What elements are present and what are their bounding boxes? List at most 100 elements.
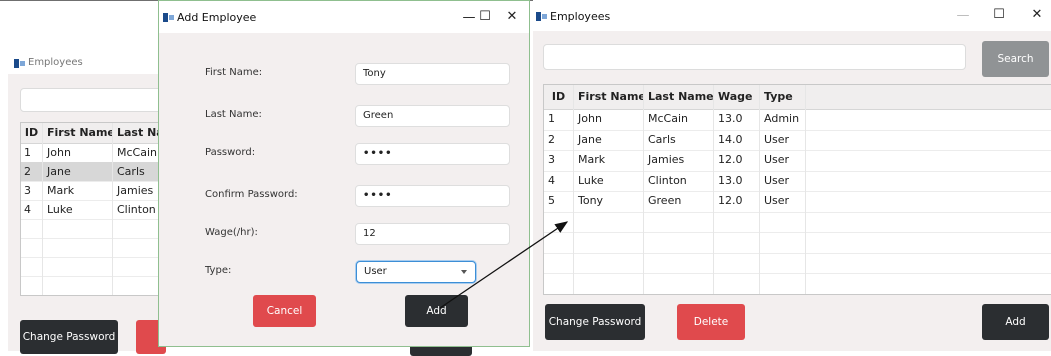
right-table-cell: User	[760, 150, 806, 171]
minimize-icon[interactable]: —	[955, 9, 971, 23]
right-table-cell	[760, 252, 806, 273]
left-employee-table: ID First Name Last Nam 1 John McCain 2 Jane C…	[20, 122, 172, 296]
right-window-titlebar: Employees — ☐ ✕	[533, 0, 1051, 31]
change-password-button[interactable]: Change Password	[545, 304, 645, 340]
right-table-cell	[760, 232, 806, 253]
right-table-cell	[806, 150, 1051, 171]
right-table-cell: 3	[544, 150, 574, 171]
right-col-header[interactable]: Last Name	[644, 85, 714, 109]
type-label: Type:	[205, 265, 232, 276]
left-table-header: ID First Name Last Nam	[21, 123, 171, 144]
maximize-icon[interactable]: ☐	[991, 8, 1007, 22]
form-input[interactable]: ••••	[355, 143, 510, 165]
left-table-row[interactable]: 4 Luke Clinton	[21, 200, 171, 220]
right-table-cell	[714, 252, 760, 273]
left-table-empty-row[interactable]	[21, 257, 171, 277]
right-table-cell: Carls	[644, 129, 714, 150]
right-table-empty-row[interactable]	[544, 232, 1051, 254]
right-table-row[interactable]: 5 Tony Green 12.0 User	[544, 191, 1051, 213]
right-table-empty-row[interactable]	[544, 252, 1051, 274]
right-table-cell	[644, 232, 714, 253]
left-table-empty-row[interactable]	[21, 238, 171, 258]
search-button[interactable]: Search	[982, 41, 1049, 77]
right-col-header[interactable]: Type	[760, 85, 806, 109]
close-icon[interactable]: ✕	[504, 10, 520, 24]
right-table-cell: McCain	[644, 109, 714, 130]
right-table-cell	[544, 232, 574, 253]
left-col-header[interactable]: ID	[21, 123, 43, 143]
right-table-cell	[806, 232, 1051, 253]
delete-button[interactable]: Delete	[677, 304, 745, 340]
right-table-row[interactable]: 2 Jane Carls 14.0 User	[544, 129, 1051, 151]
left-table-cell: John	[43, 143, 113, 162]
form-input[interactable]: Tony	[355, 63, 510, 85]
left-window-titlebar: Employees	[8, 52, 158, 74]
left-window-title: Employees	[28, 57, 83, 68]
right-table-cell: Jane	[574, 129, 644, 150]
close-icon[interactable]: ✕	[1029, 8, 1045, 22]
right-col-header[interactable]: First Name	[574, 85, 644, 109]
right-table-cell	[714, 273, 760, 294]
left-table-empty-row[interactable]	[21, 219, 171, 239]
left-table-cell	[21, 257, 43, 276]
right-table-cell: Clinton	[644, 170, 714, 191]
right-table-cell: 14.0	[714, 129, 760, 150]
right-table-cell: 13.0	[714, 109, 760, 130]
left-table-cell: 1	[21, 143, 43, 162]
right-table-cell: 12.0	[714, 191, 760, 212]
right-col-header[interactable]: Wage	[714, 85, 760, 109]
dialog-add-button[interactable]: Add	[405, 295, 468, 327]
add-button[interactable]: Add	[982, 304, 1049, 340]
left-table-row[interactable]: 3 Mark Jamies	[21, 181, 171, 201]
right-table-cell	[806, 191, 1051, 212]
right-table-row[interactable]: 3 Mark Jamies 12.0 User	[544, 150, 1051, 172]
right-window-title: Employees	[550, 10, 611, 23]
left-table-row[interactable]: 1 John McCain	[21, 143, 171, 163]
right-table-empty-row[interactable]	[544, 273, 1051, 294]
left-table-cell: 2	[21, 162, 43, 181]
form-input[interactable]: ••••	[355, 185, 510, 207]
left-employees-window: Employees ID First Name Last Nam 1 John Mc…	[8, 52, 172, 354]
form-input-value: ••••	[363, 148, 393, 159]
search-label: Search	[997, 53, 1034, 65]
right-table-cell: 1	[544, 109, 574, 130]
form-label: Confirm Password:	[205, 189, 298, 200]
left-table-cell	[43, 276, 113, 295]
maximize-icon[interactable]: ☐	[477, 10, 493, 24]
right-table-cell	[714, 232, 760, 253]
right-table-cell: 2	[544, 129, 574, 150]
right-table-cell	[644, 211, 714, 232]
type-select[interactable]: User	[356, 261, 476, 283]
right-table-row[interactable]: 1 John McCain 13.0 Admin	[544, 109, 1051, 131]
left-table-cell: 4	[21, 200, 43, 219]
left-change-password-button[interactable]: Change Password	[20, 320, 118, 354]
right-table-cell: Tony	[574, 191, 644, 212]
right-table-empty-row[interactable]	[544, 211, 1051, 233]
form-input[interactable]: Green	[355, 105, 510, 127]
cancel-label: Cancel	[266, 305, 303, 317]
form-label: Password:	[205, 147, 256, 158]
left-table-cell: Jane	[43, 162, 113, 181]
form-input[interactable]: 12	[355, 223, 510, 245]
right-table-cell: User	[760, 191, 806, 212]
right-table-cell	[574, 273, 644, 294]
right-table-cell: User	[760, 129, 806, 150]
change-password-label: Change Password	[548, 316, 642, 328]
minimize-icon[interactable]: —	[461, 11, 477, 25]
left-table-cell	[21, 276, 43, 295]
left-table-cell: Luke	[43, 200, 113, 219]
form-label: Last Name:	[205, 109, 262, 120]
left-col-header[interactable]: First Name	[43, 123, 113, 143]
left-table-empty-row[interactable]	[21, 276, 171, 295]
right-col-header[interactable]: ID	[544, 85, 574, 109]
right-search-input[interactable]	[543, 44, 966, 70]
right-table-cell: Green	[644, 191, 714, 212]
right-table-cell	[806, 253, 1051, 274]
right-table-cell	[544, 211, 574, 232]
right-table-cell	[806, 109, 1051, 130]
left-search-input[interactable]	[20, 88, 162, 112]
left-table-row[interactable]: 2 Jane Carls	[21, 162, 171, 182]
cancel-button[interactable]: Cancel	[253, 295, 316, 327]
right-table-row[interactable]: 4 Luke Clinton 13.0 User	[544, 170, 1051, 192]
add-employee-dialog: Add Employee — ☐ ✕ First Name: Tony Last N…	[158, 0, 530, 347]
